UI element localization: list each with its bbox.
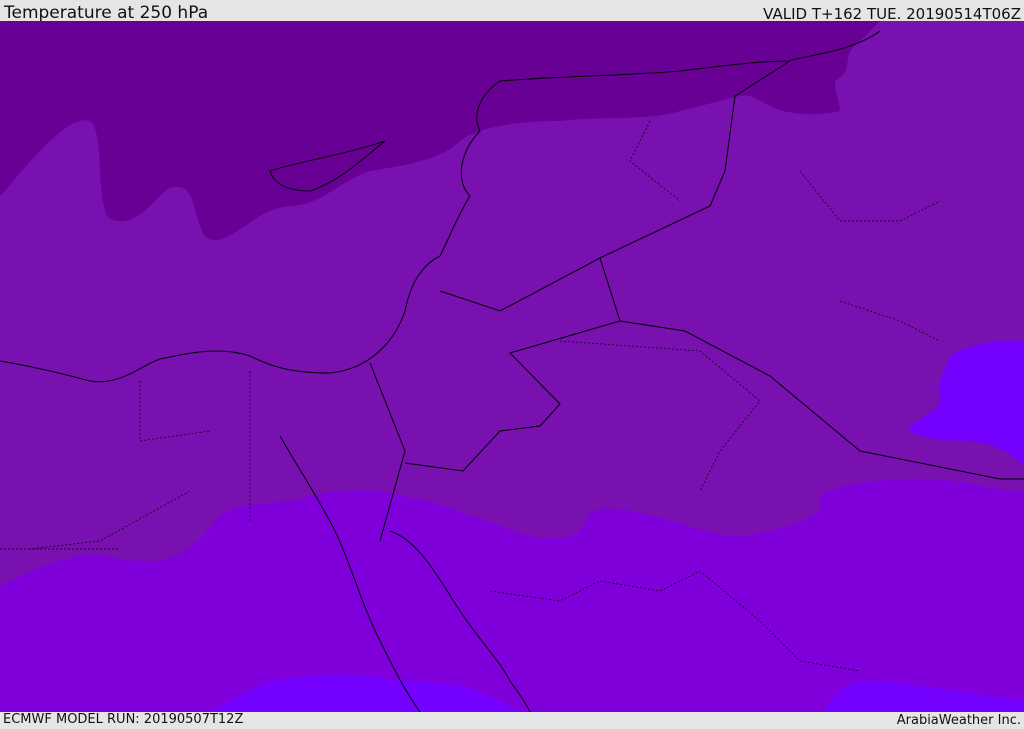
model-run: ECMWF MODEL RUN: 20190507T12Z (3, 712, 244, 727)
temperature-map[interactable] (0, 21, 1024, 712)
header-bar: Temperature at 250 hPa VALID T+162 TUE. … (0, 0, 1024, 23)
brand-credit: ArabiaWeather Inc. (896, 713, 1021, 728)
footer-bar: ECMWF MODEL RUN: 20190507T12Z ArabiaWeat… (0, 712, 1024, 729)
map-title: Temperature at 250 hPa (4, 3, 209, 23)
